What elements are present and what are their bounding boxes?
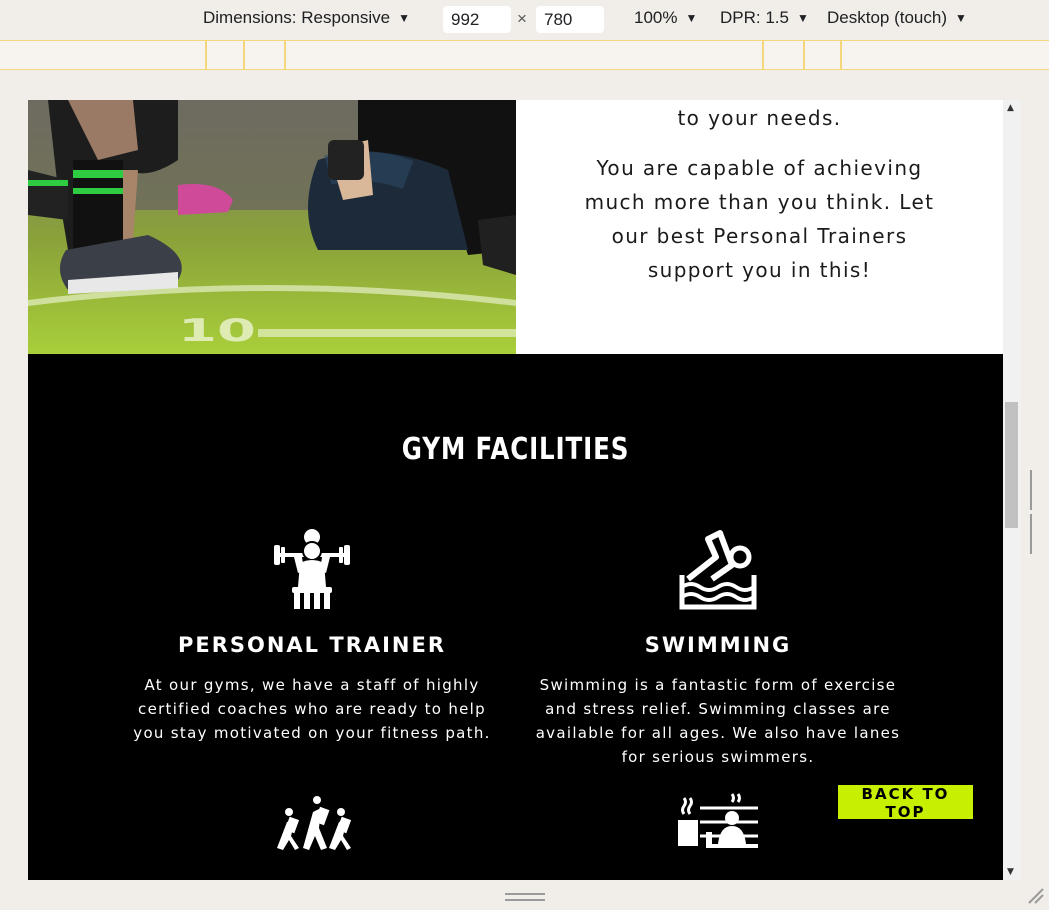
dimensions-label: Dimensions: Responsive [203, 8, 391, 27]
page-scrollbar[interactable]: ▲ ▼ [1003, 100, 1021, 880]
device-mode-label: Desktop (touch) [827, 8, 947, 27]
resize-handle-bottom[interactable] [505, 893, 545, 901]
page-viewport: 10 to your needs. You are capable of ach… [28, 100, 1003, 880]
swimming-icon [679, 530, 757, 610]
zoom-dropdown[interactable]: 100% ▼ [634, 8, 697, 28]
intro-paragraph: You are capable of achieving much more t… [584, 156, 935, 282]
media-query-tick [840, 41, 842, 69]
media-query-bar[interactable] [0, 40, 1049, 70]
resize-handle-right[interactable] [1030, 470, 1040, 554]
section-title: GYM FACILITIES [401, 432, 630, 467]
device-mode-dropdown[interactable]: Desktop (touch) ▼ [827, 8, 967, 28]
scrollbar-thumb[interactable] [1005, 402, 1018, 528]
height-input[interactable] [536, 6, 604, 33]
dimensions-dropdown[interactable]: Dimensions: Responsive ▼ [203, 8, 410, 28]
intro-section: 10 to your needs. You are capable of ach… [28, 100, 1003, 354]
intro-text: to your needs. You are capable of achiev… [516, 100, 1003, 354]
media-query-tick [243, 41, 245, 69]
scroll-up-arrow-icon[interactable]: ▲ [1007, 103, 1014, 113]
devtools-toolbar: Dimensions: Responsive ▼ × 100% ▼ DPR: 1… [0, 0, 1049, 40]
weightlifting-icon [274, 529, 350, 609]
width-input[interactable] [443, 6, 511, 33]
media-query-tick [284, 41, 286, 69]
svg-text:10: 10 [178, 312, 256, 348]
back-to-top-button[interactable]: BACK TO TOP [838, 785, 973, 821]
zoom-label: 100% [634, 8, 678, 27]
chevron-down-icon: ▼ [796, 11, 809, 25]
facility-title: SWIMMING [644, 633, 792, 657]
media-query-tick [803, 41, 805, 69]
sauna-icon [678, 793, 758, 848]
media-query-tick [205, 41, 207, 69]
media-query-tick [762, 41, 764, 69]
facility-card-sauna [676, 792, 760, 876]
facility-description: At our gyms, we have a staff of highly c… [133, 676, 491, 742]
chevron-down-icon: ▼ [398, 11, 410, 25]
facility-card-swimming: SWIMMING Swimming is a fantastic form of… [533, 527, 903, 769]
group-exercise-icon [277, 796, 352, 850]
dpr-label: DPR: 1.5 [720, 8, 789, 27]
intro-line-tail: to your needs. [677, 106, 842, 130]
chevron-down-icon: ▼ [955, 11, 967, 25]
facility-description: Swimming is a fantastic form of exercise… [535, 676, 901, 766]
times-sign: × [517, 9, 527, 28]
dpr-dropdown[interactable]: DPR: 1.5 ▼ [720, 8, 809, 28]
facility-card-group-exercise [269, 792, 353, 876]
resize-corner-icon[interactable] [1025, 885, 1045, 905]
facility-title: PERSONAL TRAINER [177, 633, 447, 657]
chevron-down-icon: ▼ [685, 11, 698, 25]
scroll-down-arrow-icon[interactable]: ▼ [1007, 867, 1014, 877]
facility-card-personal-trainer: PERSONAL TRAINER At our gyms, we have a … [128, 527, 496, 745]
training-photo: 10 [28, 100, 516, 354]
